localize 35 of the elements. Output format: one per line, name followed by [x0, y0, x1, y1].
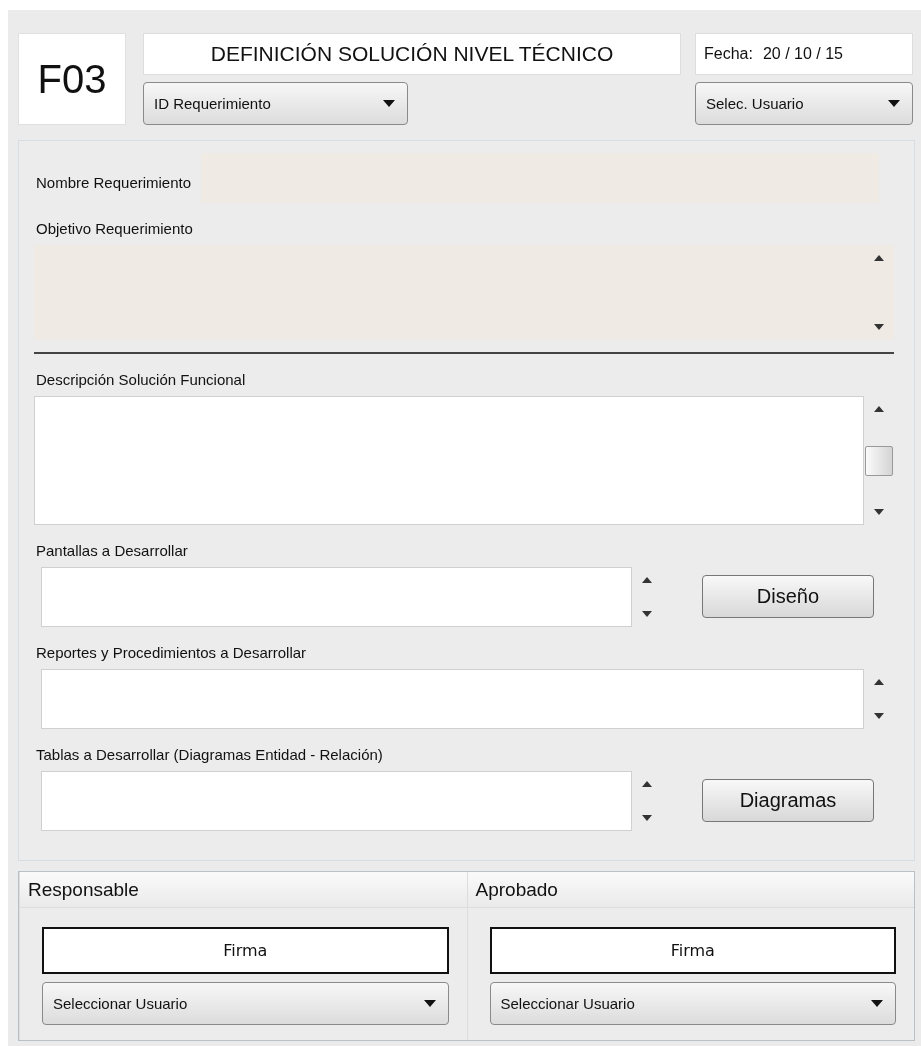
field-label: Pantallas a Desarrollar	[36, 542, 189, 559]
field-label: Reportes y Procedimientos a Desarrollar	[36, 644, 308, 661]
scroll-down-icon[interactable]	[874, 509, 884, 515]
form-title: DEFINICIÓN SOLUCIÓN NIVEL TÉCNICO	[143, 33, 681, 75]
caret-icon	[423, 1000, 436, 1007]
field-label: Descripción Solución Funcional	[36, 371, 247, 388]
requirement-dropdown[interactable]: ID Requerimiento	[143, 82, 408, 125]
scroll-up-icon[interactable]	[874, 255, 884, 261]
scroll-up-icon[interactable]	[874, 679, 884, 685]
date-value: 20 / 10 / 15	[762, 45, 843, 63]
scroll-thumb[interactable]	[865, 445, 893, 476]
signature-box: Firma	[42, 927, 449, 974]
field-label: Tablas a Desarrollar (Diagramas Entidad - Relación)	[36, 746, 384, 763]
scroll-up-icon[interactable]	[642, 781, 652, 787]
caret-icon	[888, 100, 900, 107]
form-code: F03	[18, 33, 126, 125]
action-button[interactable]: Diagramas	[702, 779, 874, 822]
user-dropdown[interactable]: Selec. Usuario	[695, 82, 913, 125]
scroll-down-icon[interactable]	[642, 611, 652, 617]
caret-icon	[383, 100, 395, 107]
date-label: Fecha:	[704, 45, 753, 63]
field-label: Objetivo Requerimiento	[36, 220, 194, 237]
role-header: Aprobado	[467, 872, 914, 908]
scroll-up-icon[interactable]	[874, 406, 884, 412]
scroll-down-icon[interactable]	[874, 324, 884, 330]
field-label: Nombre Requerimiento	[36, 174, 192, 191]
user-dropdown[interactable]: Seleccionar Usuario	[489, 982, 896, 1025]
user-dropdown[interactable]: Seleccionar Usuario	[42, 982, 449, 1025]
signature-box: Firma	[489, 927, 896, 974]
caret-icon	[871, 1000, 883, 1007]
scroll-up-icon[interactable]	[642, 577, 652, 583]
role-header: Responsable	[20, 872, 467, 908]
scroll-down-icon[interactable]	[642, 815, 652, 821]
action-button[interactable]: Diseño	[702, 575, 874, 618]
scroll-down-icon[interactable]	[874, 713, 884, 719]
